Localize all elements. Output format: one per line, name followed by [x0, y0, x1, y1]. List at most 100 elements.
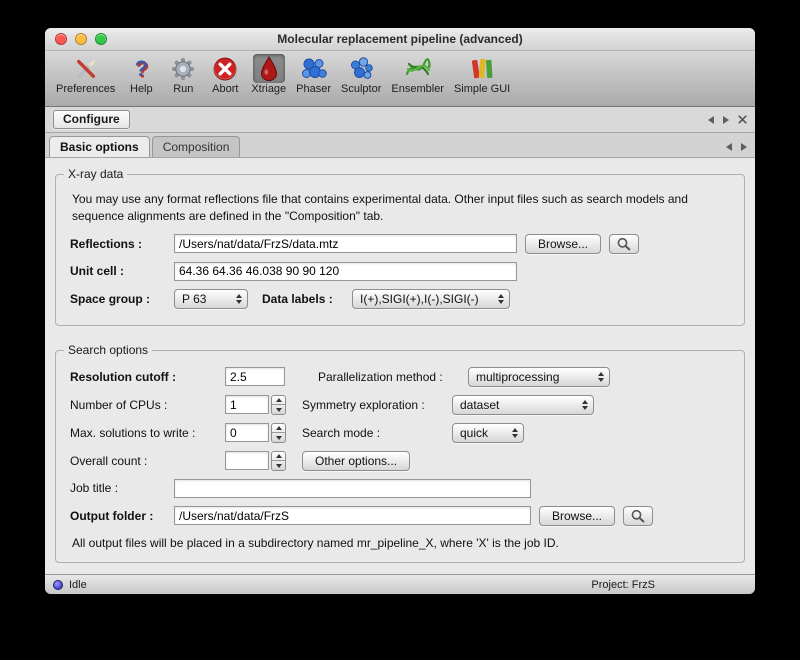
overall-count-stepper[interactable] [271, 451, 286, 471]
toolbar-item-label: Preferences [56, 83, 115, 95]
output-folder-view-button[interactable] [623, 506, 653, 526]
toolbar-item-help[interactable]: ? Help [122, 54, 160, 95]
toolbar-item-run[interactable]: Run [164, 54, 202, 95]
output-folder-label: Output folder : [70, 509, 174, 523]
cpus-row: Number of CPUs : Symmetry exploration : … [70, 395, 730, 415]
document-tab-nav [708, 115, 747, 124]
magnifier-icon [616, 237, 632, 251]
resolution-cutoff-label: Resolution cutoff : [70, 370, 225, 384]
dropdown-arrows-icon [512, 428, 518, 438]
number-of-cpus-label: Number of CPUs : [70, 398, 225, 412]
toolbar-item-sculptor[interactable]: Sculptor [338, 54, 384, 95]
toolbar-item-label: Abort [212, 83, 238, 95]
space-group-value: P 63 [182, 292, 206, 306]
tab-configure[interactable]: Configure [53, 110, 130, 129]
xray-description-line2: sequence alignments are defined in the "… [72, 209, 383, 223]
run-gear-icon [167, 54, 199, 83]
xray-description-line1: You may use any format reflections file … [72, 192, 688, 206]
parallelization-dropdown[interactable]: multiprocessing [468, 367, 610, 387]
cpus-stepper[interactable] [271, 395, 286, 415]
reflections-label: Reflections : [70, 237, 174, 251]
search-options-group-title: Search options [64, 343, 152, 357]
toolbar-item-label: Run [173, 83, 193, 95]
simple-gui-icon [466, 54, 498, 83]
minimize-window-button[interactable] [75, 33, 87, 45]
max-solutions-input[interactable] [225, 423, 269, 442]
options-scroll-right-icon[interactable] [741, 143, 747, 151]
status-indicator-icon [53, 580, 63, 590]
traffic-lights [55, 33, 107, 45]
unit-cell-label: Unit cell : [70, 264, 174, 278]
dropdown-arrows-icon [236, 294, 242, 304]
tab-composition[interactable]: Composition [152, 136, 241, 157]
other-options-button[interactable]: Other options... [302, 451, 410, 471]
toolbar-item-label: Simple GUI [454, 83, 510, 95]
options-tab-nav [726, 143, 747, 151]
toolbar-item-simple-gui[interactable]: Simple GUI [451, 54, 513, 95]
symmetry-exploration-dropdown[interactable]: dataset [452, 395, 594, 415]
title-bar[interactable]: Molecular replacement pipeline (advanced… [45, 28, 755, 51]
toolbar-item-label: Sculptor [341, 83, 381, 95]
dropdown-arrows-icon [598, 372, 604, 382]
toolbar-item-phaser[interactable]: Phaser [293, 54, 334, 95]
reflections-view-button[interactable] [609, 234, 639, 254]
symmetry-exploration-label: Symmetry exploration : [302, 398, 452, 412]
status-text: Idle [69, 579, 87, 591]
max-solutions-stepper[interactable] [271, 423, 286, 443]
reflections-input[interactable] [174, 234, 517, 253]
unit-cell-input[interactable] [174, 262, 517, 281]
number-of-cpus-input[interactable] [225, 395, 269, 414]
tab-close-icon[interactable] [738, 115, 747, 124]
search-mode-value: quick [460, 426, 488, 440]
job-title-input[interactable] [174, 479, 531, 498]
job-title-row: Job title : [70, 479, 730, 498]
output-folder-input[interactable] [174, 506, 531, 525]
basic-options-panel: X-ray data You may use any format reflec… [45, 158, 755, 574]
toolbar-item-preferences[interactable]: Preferences [53, 54, 118, 95]
help-icon: ? [125, 54, 157, 83]
status-bar: Idle Project: FrzS [45, 574, 755, 594]
data-labels-value: I(+),SIGI(+),I(-),SIGI(-) [360, 292, 479, 306]
tab-scroll-right-icon[interactable] [723, 116, 729, 124]
zoom-window-button[interactable] [95, 33, 107, 45]
xray-data-group: X-ray data You may use any format reflec… [55, 174, 745, 326]
parallelization-value: multiprocessing [476, 370, 559, 384]
close-window-button[interactable] [55, 33, 67, 45]
xtriage-icon [253, 54, 285, 83]
symmetry-exploration-value: dataset [460, 398, 499, 412]
search-mode-dropdown[interactable]: quick [452, 423, 524, 443]
job-title-label: Job title : [70, 481, 174, 495]
tab-scroll-left-icon[interactable] [708, 116, 714, 124]
tab-basic-options[interactable]: Basic options [49, 136, 150, 157]
unit-cell-row: Unit cell : [70, 262, 730, 281]
toolbar-item-xtriage[interactable]: Xtriage [248, 54, 289, 95]
overall-count-input[interactable] [225, 451, 269, 470]
toolbar-item-abort[interactable]: Abort [206, 54, 244, 95]
data-labels-label: Data labels : [262, 292, 348, 306]
overall-count-row: Overall count : Other options... [70, 451, 730, 471]
options-scroll-left-icon[interactable] [726, 143, 732, 151]
sculptor-icon [345, 54, 377, 83]
data-labels-dropdown[interactable]: I(+),SIGI(+),I(-),SIGI(-) [352, 289, 510, 309]
document-tab-bar: Configure [45, 107, 755, 133]
resolution-row: Resolution cutoff : Parallelization meth… [70, 367, 730, 387]
max-solutions-label: Max. solutions to write : [70, 426, 225, 440]
toolbar-item-label: Help [130, 83, 153, 95]
options-tab-bar: Basic options Composition [45, 133, 755, 158]
dropdown-arrows-icon [498, 294, 504, 304]
toolbar: Preferences ? Help [45, 51, 755, 107]
reflections-browse-button[interactable]: Browse... [525, 234, 601, 254]
window-title: Molecular replacement pipeline (advanced… [277, 32, 522, 46]
project-label: Project: FrzS [591, 579, 655, 591]
max-solutions-row: Max. solutions to write : Search mode : … [70, 423, 730, 443]
toolbar-item-ensembler[interactable]: Ensembler [388, 54, 447, 95]
dropdown-arrows-icon [582, 400, 588, 410]
output-folder-row: Output folder : Browse... [70, 506, 730, 526]
space-group-dropdown[interactable]: P 63 [174, 289, 248, 309]
resolution-cutoff-input[interactable] [225, 367, 285, 386]
search-options-group: Search options Resolution cutoff : Paral… [55, 350, 745, 563]
abort-icon [209, 54, 241, 83]
output-folder-browse-button[interactable]: Browse... [539, 506, 615, 526]
space-group-row: Space group : P 63 Data labels : I(+),SI… [70, 289, 730, 309]
phaser-icon [298, 54, 330, 83]
